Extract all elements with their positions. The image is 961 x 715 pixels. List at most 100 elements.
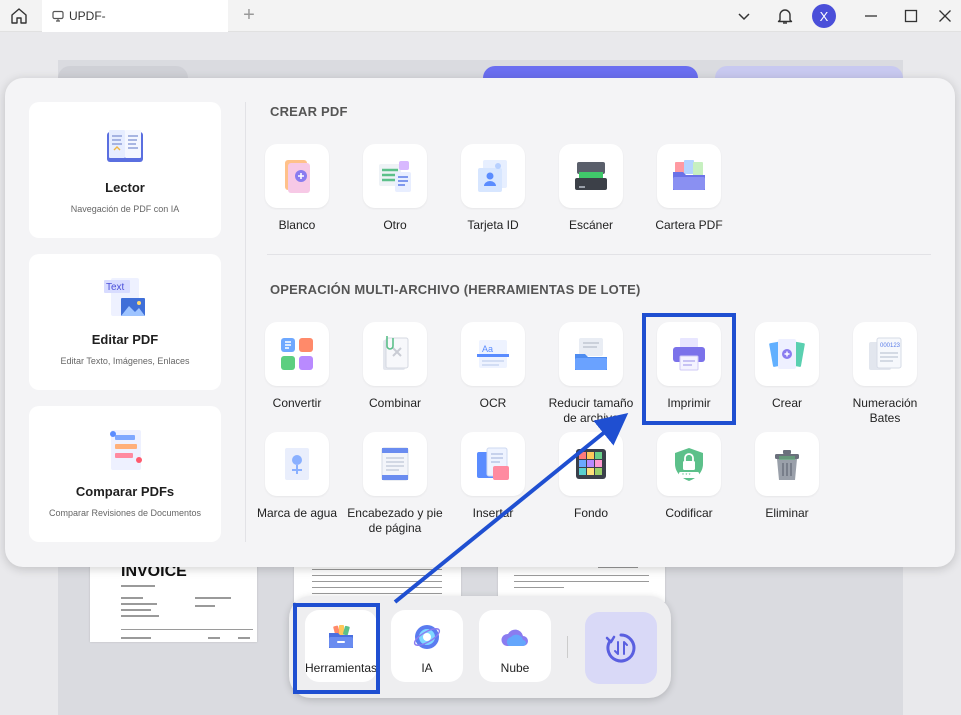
tool-label: Convertir bbox=[272, 396, 322, 410]
mode-card-reader[interactable]: Lector Navegación de PDF con IA bbox=[29, 102, 221, 238]
blank-page-icon bbox=[285, 160, 310, 193]
tool-label: Blanco bbox=[278, 218, 316, 232]
panel-divider bbox=[245, 102, 246, 542]
insert-pages-icon bbox=[477, 447, 509, 480]
section-title-batch: OPERACIÓN MULTI-ARCHIVO (HERRAMIENTAS DE… bbox=[270, 282, 641, 297]
header-footer-icon bbox=[381, 447, 409, 481]
book-icon bbox=[107, 130, 143, 162]
trash-icon bbox=[775, 450, 799, 480]
cloud-icon bbox=[501, 629, 528, 646]
tool-label: OCR bbox=[479, 396, 507, 410]
other-format-icon bbox=[379, 161, 411, 192]
title-bar: UPDF- + X bbox=[0, 0, 961, 32]
portfolio-icon bbox=[673, 160, 705, 190]
svg-text:000123: 000123 bbox=[880, 343, 901, 349]
tool-label: Crear bbox=[771, 396, 802, 410]
tool-insert[interactable]: Insertar bbox=[445, 432, 541, 521]
tool-bates-numbering[interactable]: 000123 Numeración Bates bbox=[837, 322, 933, 426]
tool-label: Escáner bbox=[568, 218, 614, 232]
convert-icon bbox=[281, 338, 313, 370]
tool-icon-wrap bbox=[755, 322, 819, 386]
avatar[interactable]: X bbox=[812, 4, 836, 28]
notifications-button[interactable] bbox=[770, 0, 800, 32]
tool-create[interactable]: Crear bbox=[739, 322, 835, 411]
tool-header-footer[interactable]: Encabezado y pie de página bbox=[347, 432, 443, 536]
tool-icon-wrap bbox=[559, 322, 623, 386]
dock-ai-button[interactable]: IA bbox=[391, 610, 463, 682]
dock-convert-button[interactable] bbox=[585, 612, 657, 684]
tool-label: Eliminar bbox=[765, 506, 809, 520]
mode-subtitle: Navegación de PDF con IA bbox=[70, 204, 180, 214]
maximize-button[interactable] bbox=[896, 0, 926, 32]
tools-panel: Lector Navegación de PDF con IA Text Edi… bbox=[5, 78, 955, 567]
tab-title: UPDF- bbox=[69, 9, 106, 23]
svg-text:Aa: Aa bbox=[482, 344, 493, 354]
chevron-down-icon bbox=[738, 13, 750, 21]
svg-text:* * *: * * * bbox=[682, 473, 691, 479]
mode-card-edit-pdf[interactable]: Text Editar PDF Editar Texto, Imágenes, … bbox=[29, 254, 221, 390]
tool-label: Codificar bbox=[665, 506, 713, 520]
mode-title: Comparar PDFs bbox=[75, 484, 175, 499]
watermark-icon bbox=[285, 448, 309, 480]
tool-encrypt[interactable]: * * * Codificar bbox=[641, 432, 737, 521]
tool-ocr[interactable]: Aa OCR bbox=[445, 322, 541, 411]
recent-file-thumbnail[interactable]: INVOICE bbox=[90, 565, 257, 642]
tool-label: Combinar bbox=[368, 396, 422, 410]
bell-icon bbox=[777, 9, 793, 24]
tool-convert[interactable]: Convertir bbox=[249, 322, 345, 411]
id-card-icon bbox=[478, 160, 507, 192]
tool-label: Numeración Bates bbox=[852, 396, 918, 425]
tool-id-card[interactable]: Tarjeta ID bbox=[445, 144, 541, 233]
tool-icon-wrap bbox=[363, 432, 427, 496]
new-tab-button[interactable]: + bbox=[238, 5, 260, 27]
tool-combine[interactable]: Combinar bbox=[347, 322, 443, 411]
tool-label: Otro bbox=[383, 218, 407, 232]
document-tab-icon bbox=[52, 10, 64, 22]
tool-background[interactable]: Fondo bbox=[543, 432, 639, 521]
tool-icon-wrap bbox=[363, 144, 427, 208]
dropdown-button[interactable] bbox=[729, 0, 759, 32]
scanner-icon bbox=[575, 162, 607, 190]
compress-icon bbox=[575, 338, 607, 370]
mode-subtitle: Editar Texto, Imágenes, Enlaces bbox=[60, 356, 190, 366]
mode-title: Lector bbox=[105, 180, 145, 195]
section-divider bbox=[267, 254, 931, 255]
create-batch-icon bbox=[769, 339, 805, 369]
ai-icon bbox=[413, 625, 441, 649]
mode-card-compare-pdfs[interactable]: Comparar PDFs Comparar Revisiones de Doc… bbox=[29, 406, 221, 542]
tool-other[interactable]: Otro bbox=[347, 144, 443, 233]
tool-scanner[interactable]: Escáner bbox=[543, 144, 639, 233]
tool-reduce-size[interactable]: Reducir tamaño de archivo bbox=[543, 322, 639, 426]
tool-watermark[interactable]: Marca de agua bbox=[249, 432, 345, 521]
home-button[interactable] bbox=[0, 0, 38, 32]
print-highlight-box bbox=[642, 313, 736, 425]
tool-label: Reducir tamaño de archivo bbox=[548, 396, 634, 425]
mode-subtitle: Comparar Revisiones de Documentos bbox=[48, 508, 202, 518]
tools-highlight-box bbox=[293, 603, 380, 694]
lock-icon: * * * bbox=[675, 448, 703, 481]
tool-label: Cartera PDF bbox=[655, 218, 723, 232]
tool-label: Encabezado y pie de página bbox=[347, 506, 443, 535]
dock-label: IA bbox=[421, 661, 433, 675]
close-button[interactable] bbox=[930, 0, 960, 32]
tool-blank[interactable]: Blanco bbox=[249, 144, 345, 233]
document-tab[interactable]: UPDF- bbox=[42, 0, 228, 32]
svg-text:Text: Text bbox=[106, 282, 125, 293]
convert-cycle-icon bbox=[605, 633, 636, 663]
tool-pdf-portfolio[interactable]: Cartera PDF bbox=[641, 144, 737, 233]
tool-delete[interactable]: Eliminar bbox=[739, 432, 835, 521]
section-title-create-pdf: CREAR PDF bbox=[270, 104, 348, 119]
close-icon bbox=[939, 10, 951, 22]
ocr-icon: Aa bbox=[477, 340, 509, 368]
dock-cloud-button[interactable]: Nube bbox=[479, 610, 551, 682]
background-icon bbox=[576, 449, 606, 479]
maximize-icon bbox=[904, 9, 918, 23]
mode-title: Editar PDF bbox=[91, 332, 159, 347]
dock-separator bbox=[567, 636, 568, 658]
minimize-button[interactable] bbox=[856, 0, 886, 32]
tool-icon-wrap bbox=[657, 144, 721, 208]
tool-icon-wrap bbox=[559, 432, 623, 496]
tool-label: Insertar bbox=[472, 506, 514, 520]
tool-icon-wrap bbox=[265, 144, 329, 208]
tool-icon-wrap: * * * bbox=[657, 432, 721, 496]
